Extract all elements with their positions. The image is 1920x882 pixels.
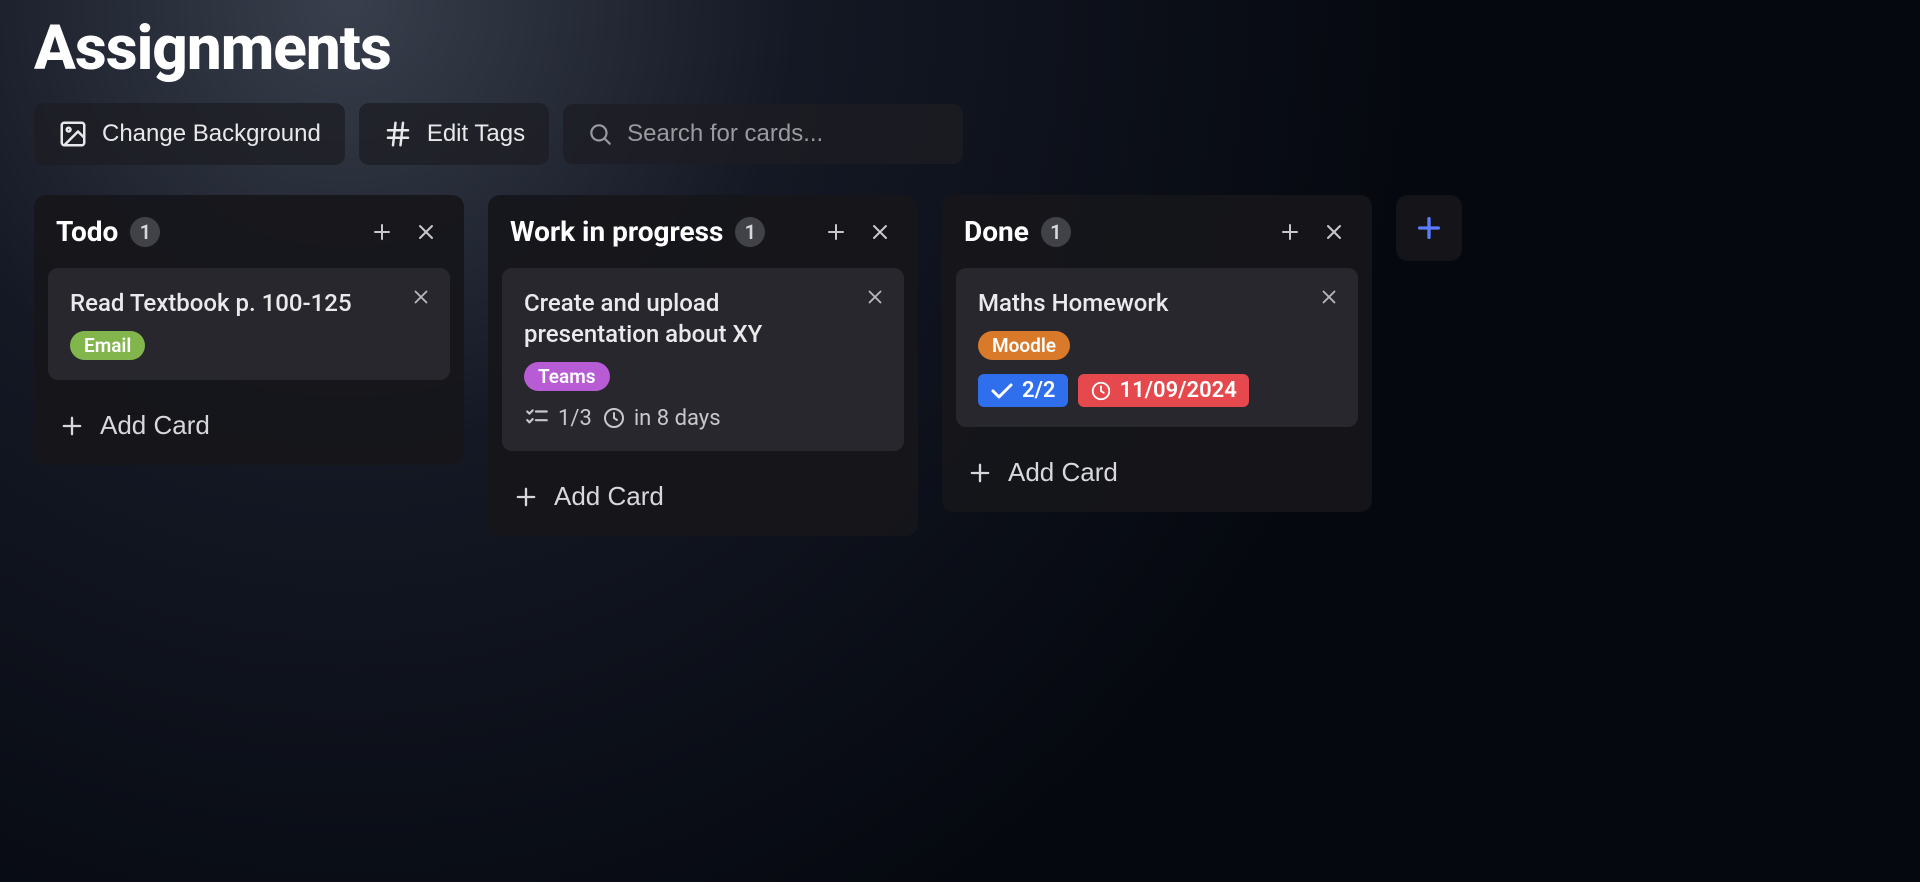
- checklist-count: 2/2: [1022, 378, 1056, 403]
- search-icon: [587, 121, 613, 147]
- card-title: Read Textbook p. 100-125: [70, 288, 428, 319]
- column-header: Done 1: [956, 213, 1358, 256]
- due-label: in 8 days: [634, 406, 721, 431]
- column-close-button[interactable]: [1318, 216, 1350, 248]
- plus-icon: [1413, 212, 1445, 244]
- close-icon: [864, 286, 886, 308]
- column-title[interactable]: Work in progress: [510, 215, 723, 248]
- card[interactable]: Read Textbook p. 100-125 Email: [48, 268, 450, 380]
- card-tags: Email: [70, 331, 428, 360]
- checklist-icon: [524, 405, 550, 431]
- add-column-button[interactable]: [1396, 195, 1462, 261]
- checklist-count: 1/3: [558, 406, 592, 431]
- edit-tags-button[interactable]: Edit Tags: [359, 103, 549, 165]
- change-background-label: Change Background: [102, 120, 321, 148]
- tag-teams[interactable]: Teams: [524, 362, 610, 391]
- column-close-button[interactable]: [864, 216, 896, 248]
- card-close-button[interactable]: [410, 286, 432, 308]
- close-icon: [1322, 220, 1346, 244]
- card-title: Create and upload presentation about XY: [524, 288, 882, 350]
- column-wip: Work in progress 1 Create and upload pre…: [488, 195, 918, 536]
- plus-icon: [370, 220, 394, 244]
- hash-icon: [383, 119, 413, 149]
- column-close-button[interactable]: [410, 216, 442, 248]
- edit-tags-label: Edit Tags: [427, 120, 525, 148]
- image-icon: [58, 119, 88, 149]
- tag-email[interactable]: Email: [70, 331, 145, 360]
- plus-icon: [512, 483, 540, 511]
- close-icon: [410, 286, 432, 308]
- add-card-label: Add Card: [100, 410, 210, 441]
- column-add-button[interactable]: [1274, 216, 1306, 248]
- checklist-indicator: 1/3: [524, 405, 592, 431]
- board-title: Assignments: [0, 0, 1920, 103]
- plus-icon: [966, 459, 994, 487]
- add-card-button[interactable]: Add Card: [48, 392, 450, 451]
- checklist-complete-pill: 2/2: [978, 374, 1068, 407]
- due-date-pill: 11/09/2024: [1078, 374, 1249, 407]
- close-icon: [868, 220, 892, 244]
- card-close-button[interactable]: [864, 286, 886, 308]
- column-todo: Todo 1 Read Textbook p. 100-125: [34, 195, 464, 465]
- card-meta: 1/3 in 8 days: [524, 405, 882, 431]
- card-meta: 2/2 11/09/2024: [978, 374, 1336, 407]
- columns-container: Todo 1 Read Textbook p. 100-125: [0, 195, 1920, 576]
- add-card-label: Add Card: [1008, 457, 1118, 488]
- card[interactable]: Create and upload presentation about XY …: [502, 268, 904, 451]
- card[interactable]: Maths Homework Moodle 2/2 11/09/2024: [956, 268, 1358, 427]
- column-title[interactable]: Done: [964, 215, 1029, 248]
- search-input[interactable]: [627, 120, 939, 148]
- column-count-badge: 1: [735, 217, 765, 247]
- card-tags: Teams: [524, 362, 882, 391]
- close-icon: [414, 220, 438, 244]
- card-close-button[interactable]: [1318, 286, 1340, 308]
- check-icon: [990, 379, 1014, 403]
- column-add-button[interactable]: [366, 216, 398, 248]
- column-header: Todo 1: [48, 213, 450, 256]
- due-date-label: 11/09/2024: [1120, 378, 1237, 403]
- clock-icon: [1090, 380, 1112, 402]
- close-icon: [1318, 286, 1340, 308]
- column-done: Done 1 Maths Homework Mood: [942, 195, 1372, 512]
- card-title: Maths Homework: [978, 288, 1336, 319]
- search-field[interactable]: [563, 104, 963, 164]
- column-count-badge: 1: [1041, 217, 1071, 247]
- change-background-button[interactable]: Change Background: [34, 103, 345, 165]
- toolbar: Change Background Edit Tags: [0, 103, 1920, 195]
- card-tags: Moodle: [978, 331, 1336, 360]
- clock-icon: [602, 406, 626, 430]
- plus-icon: [824, 220, 848, 244]
- add-card-label: Add Card: [554, 481, 664, 512]
- column-header: Work in progress 1: [502, 213, 904, 256]
- plus-icon: [1278, 220, 1302, 244]
- add-card-button[interactable]: Add Card: [956, 439, 1358, 498]
- add-card-button[interactable]: Add Card: [502, 463, 904, 522]
- due-indicator: in 8 days: [602, 406, 721, 431]
- column-title[interactable]: Todo: [56, 215, 118, 248]
- plus-icon: [58, 412, 86, 440]
- column-add-button[interactable]: [820, 216, 852, 248]
- tag-moodle[interactable]: Moodle: [978, 331, 1070, 360]
- column-count-badge: 1: [130, 217, 160, 247]
